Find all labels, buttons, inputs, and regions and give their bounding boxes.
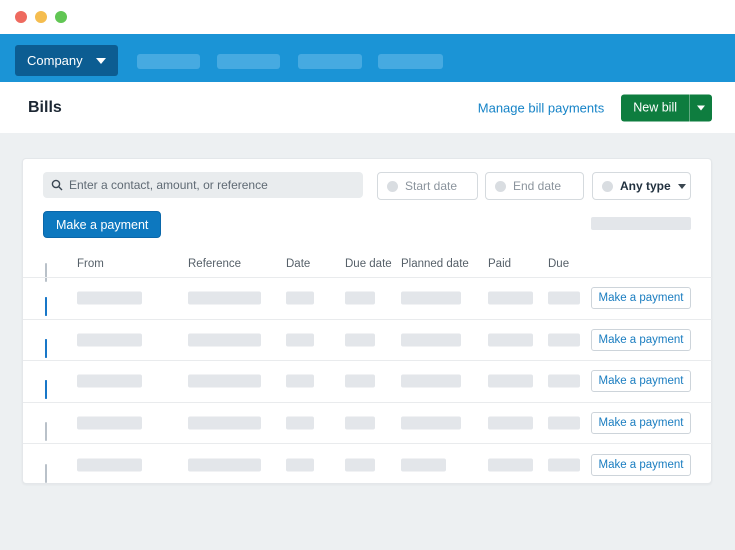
- nav-item-placeholder[interactable]: [137, 54, 200, 69]
- table-row: Make a payment: [23, 360, 713, 402]
- cell-placeholder: [345, 333, 375, 346]
- new-bill-split-button: New bill: [621, 94, 712, 121]
- table-row: Make a payment: [23, 402, 713, 444]
- filter-icon: [602, 181, 613, 192]
- chevron-down-icon: [678, 184, 686, 189]
- top-navbar: Company: [0, 34, 735, 82]
- bills-panel: Start date End date Any type Make a paym…: [22, 158, 712, 484]
- chevron-down-icon: [697, 105, 705, 110]
- bills-table: From Reference Date Due date Planned dat…: [23, 251, 713, 485]
- new-bill-dropdown-button[interactable]: [689, 94, 712, 121]
- column-header-planned-date: Planned date: [401, 258, 469, 270]
- cell-placeholder: [488, 333, 533, 346]
- column-header-date: Date: [286, 258, 310, 270]
- start-date-filter[interactable]: Start date: [377, 172, 478, 200]
- table-header-row: From Reference Date Due date Planned dat…: [23, 251, 713, 277]
- column-header-reference: Reference: [188, 258, 241, 270]
- row-checkbox[interactable]: [45, 422, 47, 441]
- nav-item-placeholder[interactable]: [217, 54, 280, 69]
- row-make-a-payment-button[interactable]: Make a payment: [591, 454, 691, 476]
- cell-placeholder: [286, 458, 314, 471]
- end-date-label: End date: [513, 179, 561, 193]
- cell-placeholder: [401, 292, 461, 305]
- row-make-a-payment-button[interactable]: Make a payment: [591, 412, 691, 434]
- cell-placeholder: [77, 292, 142, 305]
- company-menu-button[interactable]: Company: [15, 45, 118, 76]
- row-checkbox[interactable]: [45, 339, 47, 358]
- end-date-filter[interactable]: End date: [485, 172, 584, 200]
- cell-placeholder: [401, 375, 461, 388]
- new-bill-button[interactable]: New bill: [621, 94, 689, 121]
- zoom-window-button[interactable]: [55, 11, 67, 23]
- type-filter-label: Any type: [620, 179, 671, 193]
- cell-placeholder: [77, 458, 142, 471]
- cell-placeholder: [77, 375, 142, 388]
- cell-placeholder: [345, 375, 375, 388]
- cell-placeholder: [77, 333, 142, 346]
- cell-placeholder: [77, 417, 142, 430]
- column-header-due-date: Due date: [345, 258, 392, 270]
- chevron-down-icon: [96, 58, 106, 64]
- row-checkbox[interactable]: [45, 297, 47, 316]
- cell-placeholder: [188, 375, 261, 388]
- cell-placeholder: [188, 333, 261, 346]
- cell-placeholder: [401, 458, 446, 471]
- row-make-a-payment-button[interactable]: Make a payment: [591, 287, 691, 309]
- cell-placeholder: [345, 292, 375, 305]
- cell-placeholder: [286, 417, 314, 430]
- cell-placeholder: [548, 458, 580, 471]
- nav-item-placeholder[interactable]: [378, 54, 443, 69]
- window-titlebar: [0, 0, 735, 34]
- cell-placeholder: [286, 292, 314, 305]
- close-window-button[interactable]: [15, 11, 27, 23]
- row-make-a-payment-button[interactable]: Make a payment: [591, 329, 691, 351]
- row-checkbox[interactable]: [45, 464, 47, 483]
- row-make-a-payment-button[interactable]: Make a payment: [591, 370, 691, 392]
- cell-placeholder: [401, 417, 461, 430]
- column-header-paid: Paid: [488, 258, 511, 270]
- start-date-label: Start date: [405, 179, 457, 193]
- cell-placeholder: [548, 333, 580, 346]
- row-checkbox[interactable]: [45, 380, 47, 399]
- cell-placeholder: [488, 292, 533, 305]
- cell-placeholder: [488, 417, 533, 430]
- cell-placeholder: [401, 333, 461, 346]
- calendar-icon: [495, 181, 506, 192]
- content-placeholder: [591, 217, 691, 230]
- column-header-from: From: [77, 258, 104, 270]
- cell-placeholder: [548, 292, 580, 305]
- type-filter-dropdown[interactable]: Any type: [592, 172, 691, 200]
- calendar-icon: [387, 181, 398, 192]
- column-header-due: Due: [548, 258, 569, 270]
- cell-placeholder: [286, 333, 314, 346]
- manage-bill-payments-link[interactable]: Manage bill payments: [478, 100, 604, 115]
- cell-placeholder: [548, 375, 580, 388]
- cell-placeholder: [286, 375, 314, 388]
- search-field: [43, 172, 363, 198]
- make-a-payment-button[interactable]: Make a payment: [43, 211, 161, 238]
- cell-placeholder: [548, 417, 580, 430]
- search-icon: [51, 179, 63, 191]
- cell-placeholder: [188, 417, 261, 430]
- table-row: Make a payment: [23, 443, 713, 485]
- cell-placeholder: [188, 292, 261, 305]
- table-row: Make a payment: [23, 277, 713, 319]
- nav-item-placeholder[interactable]: [298, 54, 362, 69]
- header-actions: Manage bill payments New bill: [478, 94, 712, 121]
- page-title: Bills: [28, 99, 62, 117]
- cell-placeholder: [488, 375, 533, 388]
- cell-placeholder: [345, 458, 375, 471]
- table-row: Make a payment: [23, 319, 713, 361]
- search-input[interactable]: [69, 178, 355, 192]
- cell-placeholder: [345, 417, 375, 430]
- minimize-window-button[interactable]: [35, 11, 47, 23]
- cell-placeholder: [488, 458, 533, 471]
- company-menu-label: Company: [27, 53, 83, 68]
- page-header: Bills Manage bill payments New bill: [0, 82, 735, 133]
- cell-placeholder: [188, 458, 261, 471]
